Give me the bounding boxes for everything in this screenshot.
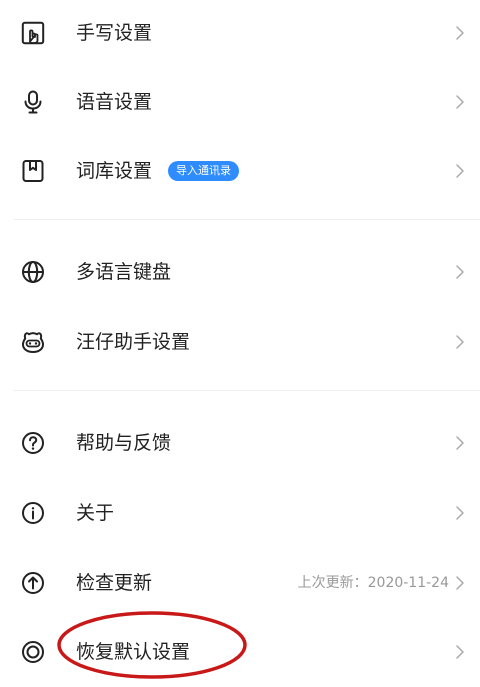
handwriting-settings-item[interactable]: 手写设置	[0, 3, 480, 63]
last-update-date: 上次更新：2020-11-24	[297, 575, 449, 591]
section-divider	[14, 219, 480, 220]
dog-assistant-icon	[21, 330, 45, 354]
dictionary-settings-label: 词库设置	[76, 160, 153, 182]
microphone-icon	[21, 90, 45, 114]
chevron-right-icon	[453, 573, 467, 593]
chevron-right-icon	[453, 262, 467, 282]
voice-settings-label: 语音设置	[76, 91, 153, 113]
help-feedback-item[interactable]: 帮助与反馈	[0, 413, 480, 473]
restore-default-icon	[21, 640, 45, 664]
help-icon	[21, 431, 45, 455]
restore-default-label: 恢复默认设置	[76, 641, 191, 663]
about-label: 关于	[76, 502, 115, 524]
help-feedback-label: 帮助与反馈	[76, 432, 172, 454]
voice-settings-item[interactable]: 语音设置	[0, 72, 480, 132]
dog-assistant-settings-item[interactable]: 汪仔助手设置	[0, 312, 480, 372]
restore-default-item[interactable]: 恢复默认设置	[0, 622, 480, 682]
settings-list: 手写设置 语音设置 词库设置 导入通讯录 多语言键盘 汪仔助手设置 帮助与反馈 …	[0, 0, 480, 687]
chevron-right-icon	[453, 23, 467, 43]
update-icon	[21, 571, 45, 595]
chevron-right-icon	[453, 161, 467, 181]
dictionary-settings-item[interactable]: 词库设置 导入通讯录	[0, 141, 480, 201]
check-update-label: 检查更新	[76, 572, 153, 594]
chevron-right-icon	[453, 332, 467, 352]
multilingual-keyboard-label: 多语言键盘	[76, 261, 172, 283]
info-icon	[21, 501, 45, 525]
check-update-item[interactable]: 检查更新 上次更新：2020-11-24	[0, 553, 480, 613]
dog-assistant-settings-label: 汪仔助手设置	[76, 331, 191, 353]
chevron-right-icon	[453, 92, 467, 112]
about-item[interactable]: 关于	[0, 483, 480, 543]
chevron-right-icon	[453, 642, 467, 662]
chevron-right-icon	[453, 503, 467, 523]
chevron-right-icon	[453, 433, 467, 453]
import-contacts-badge[interactable]: 导入通讯录	[168, 161, 239, 181]
globe-icon	[21, 260, 45, 284]
multilingual-keyboard-item[interactable]: 多语言键盘	[0, 242, 480, 302]
handwriting-icon	[21, 21, 45, 45]
handwriting-settings-label: 手写设置	[76, 22, 153, 44]
section-divider	[14, 390, 480, 391]
dictionary-icon	[21, 159, 45, 183]
